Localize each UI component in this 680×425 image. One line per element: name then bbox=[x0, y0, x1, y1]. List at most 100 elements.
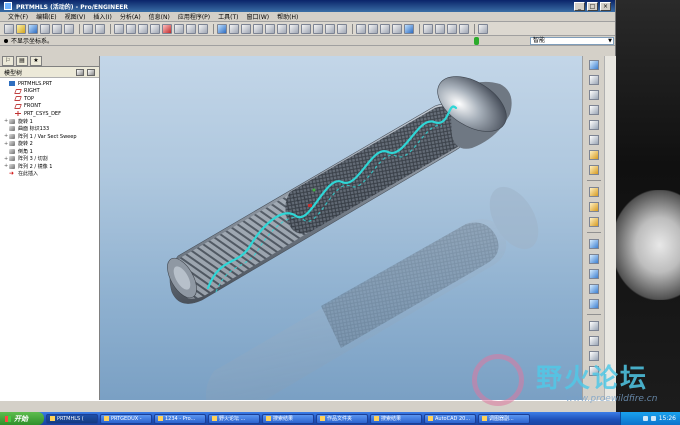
email-link-icon[interactable] bbox=[64, 23, 74, 34]
round-tool-icon[interactable] bbox=[589, 299, 599, 309]
copy-icon[interactable] bbox=[126, 23, 136, 34]
tree-show-icon[interactable] bbox=[87, 69, 95, 76]
selection-filter-dropdown[interactable]: 智能 ▼ bbox=[530, 37, 614, 45]
taskbar-button[interactable]: PRTGEDUX - bbox=[100, 413, 152, 424]
vertical-scrollbar[interactable] bbox=[604, 56, 616, 400]
sweep-tool-icon[interactable] bbox=[589, 217, 599, 227]
saved-views-icon[interactable] bbox=[313, 23, 323, 34]
reorient-icon[interactable] bbox=[301, 23, 311, 34]
tree-node[interactable]: PRT_CSYS_DEF bbox=[4, 110, 99, 118]
view-manager-icon[interactable] bbox=[337, 23, 347, 34]
tree-node[interactable]: 曲面 标识133 bbox=[4, 125, 99, 133]
open-file-icon[interactable] bbox=[16, 23, 26, 34]
datum-curve-tool-icon[interactable] bbox=[589, 105, 599, 115]
email-icon[interactable] bbox=[52, 23, 62, 34]
sketched-datum-icon[interactable] bbox=[589, 165, 599, 175]
datum-axes-toggle-icon[interactable] bbox=[435, 23, 445, 34]
menu-file[interactable]: 文件(F) bbox=[4, 12, 32, 21]
tab-favorites[interactable]: ★ bbox=[30, 56, 42, 66]
shading-icon[interactable] bbox=[253, 23, 263, 34]
paste-special-icon[interactable] bbox=[150, 23, 160, 34]
tray-icon[interactable] bbox=[650, 416, 656, 421]
redo-icon[interactable] bbox=[95, 23, 105, 34]
shell-tool-icon[interactable] bbox=[589, 254, 599, 264]
draft-tool-icon[interactable] bbox=[589, 284, 599, 294]
new-file-icon[interactable] bbox=[4, 23, 14, 34]
regenerate-icon[interactable] bbox=[162, 23, 172, 34]
maximize-button[interactable]: □ bbox=[587, 1, 598, 11]
repaint-icon[interactable] bbox=[217, 23, 227, 34]
tray-icon[interactable] bbox=[642, 416, 648, 421]
menu-insert[interactable]: 插入(I) bbox=[89, 12, 115, 21]
menu-view[interactable]: 视图(V) bbox=[61, 12, 90, 21]
zoom-in-icon[interactable] bbox=[265, 23, 275, 34]
mirror-tool-icon[interactable] bbox=[589, 321, 599, 331]
no-hidden-icon[interactable] bbox=[380, 23, 390, 34]
minimize-button[interactable]: _ bbox=[574, 1, 585, 11]
datum-plane-tool-icon[interactable] bbox=[589, 75, 599, 85]
enhanced-realism-icon[interactable] bbox=[404, 23, 414, 34]
find-icon[interactable] bbox=[186, 23, 196, 34]
sketch-tool-icon[interactable] bbox=[589, 60, 599, 70]
tree-settings-icon[interactable] bbox=[76, 69, 84, 76]
taskbar-button[interactable]: AutoCAD 20... bbox=[424, 413, 476, 424]
analysis-tool-icon[interactable] bbox=[589, 150, 599, 160]
tree-node[interactable]: RIGHT bbox=[4, 88, 99, 96]
menu-tools[interactable]: 工具(T) bbox=[214, 12, 242, 21]
csys-toggle-icon[interactable] bbox=[459, 23, 469, 34]
tree-node[interactable]: + 阵列 3 / 切割 bbox=[4, 155, 99, 163]
shaded-icon[interactable] bbox=[392, 23, 402, 34]
taskbar-button[interactable]: 作品文件夹 bbox=[316, 413, 368, 424]
revolve-tool-icon[interactable] bbox=[589, 202, 599, 212]
wireframe-icon[interactable] bbox=[356, 23, 366, 34]
hole-tool-icon[interactable] bbox=[589, 239, 599, 249]
rib-tool-icon[interactable] bbox=[589, 269, 599, 279]
datum-points-toggle-icon[interactable] bbox=[447, 23, 457, 34]
zoom-out-icon[interactable] bbox=[277, 23, 287, 34]
start-button[interactable]: 开始 bbox=[0, 412, 44, 425]
taskbar-button[interactable]: 搜索结果 bbox=[370, 413, 422, 424]
tree-node[interactable]: + 旋转 1 bbox=[4, 118, 99, 126]
taskbar-button[interactable]: 调图器副... bbox=[478, 413, 530, 424]
tree-node[interactable]: + 阵列 2 / 镜像 1 bbox=[4, 163, 99, 171]
extrude-tool-icon[interactable] bbox=[589, 187, 599, 197]
tree-node[interactable]: PRTMHLS.PRT bbox=[4, 80, 99, 88]
menu-window[interactable]: 窗口(W) bbox=[243, 12, 274, 21]
title-bar[interactable]: PRTMHLS (活动的) - Pro/ENGINEER _ □ × bbox=[0, 0, 615, 12]
hidden-line-icon[interactable] bbox=[368, 23, 378, 34]
spin-center-icon[interactable] bbox=[229, 23, 239, 34]
menu-help[interactable]: 帮助(H) bbox=[273, 12, 302, 21]
layers-icon[interactable] bbox=[325, 23, 335, 34]
taskbar-button[interactable]: 搜索结果 bbox=[262, 413, 314, 424]
print-icon[interactable] bbox=[40, 23, 50, 34]
tree-node[interactable]: FRONT bbox=[4, 103, 99, 111]
merge-tool-icon[interactable] bbox=[589, 336, 599, 346]
menu-applications[interactable]: 应用程序(P) bbox=[174, 12, 214, 21]
tree-node[interactable]: + 旋转 2 bbox=[4, 140, 99, 148]
save-icon[interactable] bbox=[28, 23, 38, 34]
tree-node[interactable]: + 阵列 1 / Var Sect Sweep bbox=[4, 133, 99, 141]
tree-node[interactable]: TOP bbox=[4, 95, 99, 103]
taskbar-button[interactable]: PRTMHLS ( bbox=[46, 413, 98, 424]
tree-node[interactable]: ➜ 在此插入 bbox=[4, 170, 99, 178]
taskbar-button[interactable]: 1234 - Pro... bbox=[154, 413, 206, 424]
menu-info[interactable]: 信息(N) bbox=[145, 12, 174, 21]
undo-icon[interactable] bbox=[83, 23, 93, 34]
tree-node[interactable]: 倒角 1 bbox=[4, 148, 99, 156]
regen-manager-icon[interactable] bbox=[174, 23, 184, 34]
tab-model-tree[interactable]: ⚐ bbox=[2, 56, 14, 66]
paste-icon[interactable] bbox=[138, 23, 148, 34]
datum-planes-toggle-icon[interactable] bbox=[423, 23, 433, 34]
graphics-window[interactable] bbox=[100, 56, 582, 400]
context-help-icon[interactable] bbox=[478, 23, 488, 34]
close-button[interactable]: × bbox=[600, 1, 611, 11]
cut-icon[interactable] bbox=[114, 23, 124, 34]
select-box-icon[interactable] bbox=[198, 23, 208, 34]
menu-analysis[interactable]: 分析(A) bbox=[116, 12, 145, 21]
csys-tool-icon[interactable] bbox=[589, 135, 599, 145]
tab-folder-browser[interactable]: ▤ bbox=[16, 56, 28, 66]
orient-mode-icon[interactable] bbox=[241, 23, 251, 34]
datum-point-tool-icon[interactable] bbox=[589, 120, 599, 130]
refit-icon[interactable] bbox=[289, 23, 299, 34]
taskbar-button[interactable]: 野火论坛 ... bbox=[208, 413, 260, 424]
